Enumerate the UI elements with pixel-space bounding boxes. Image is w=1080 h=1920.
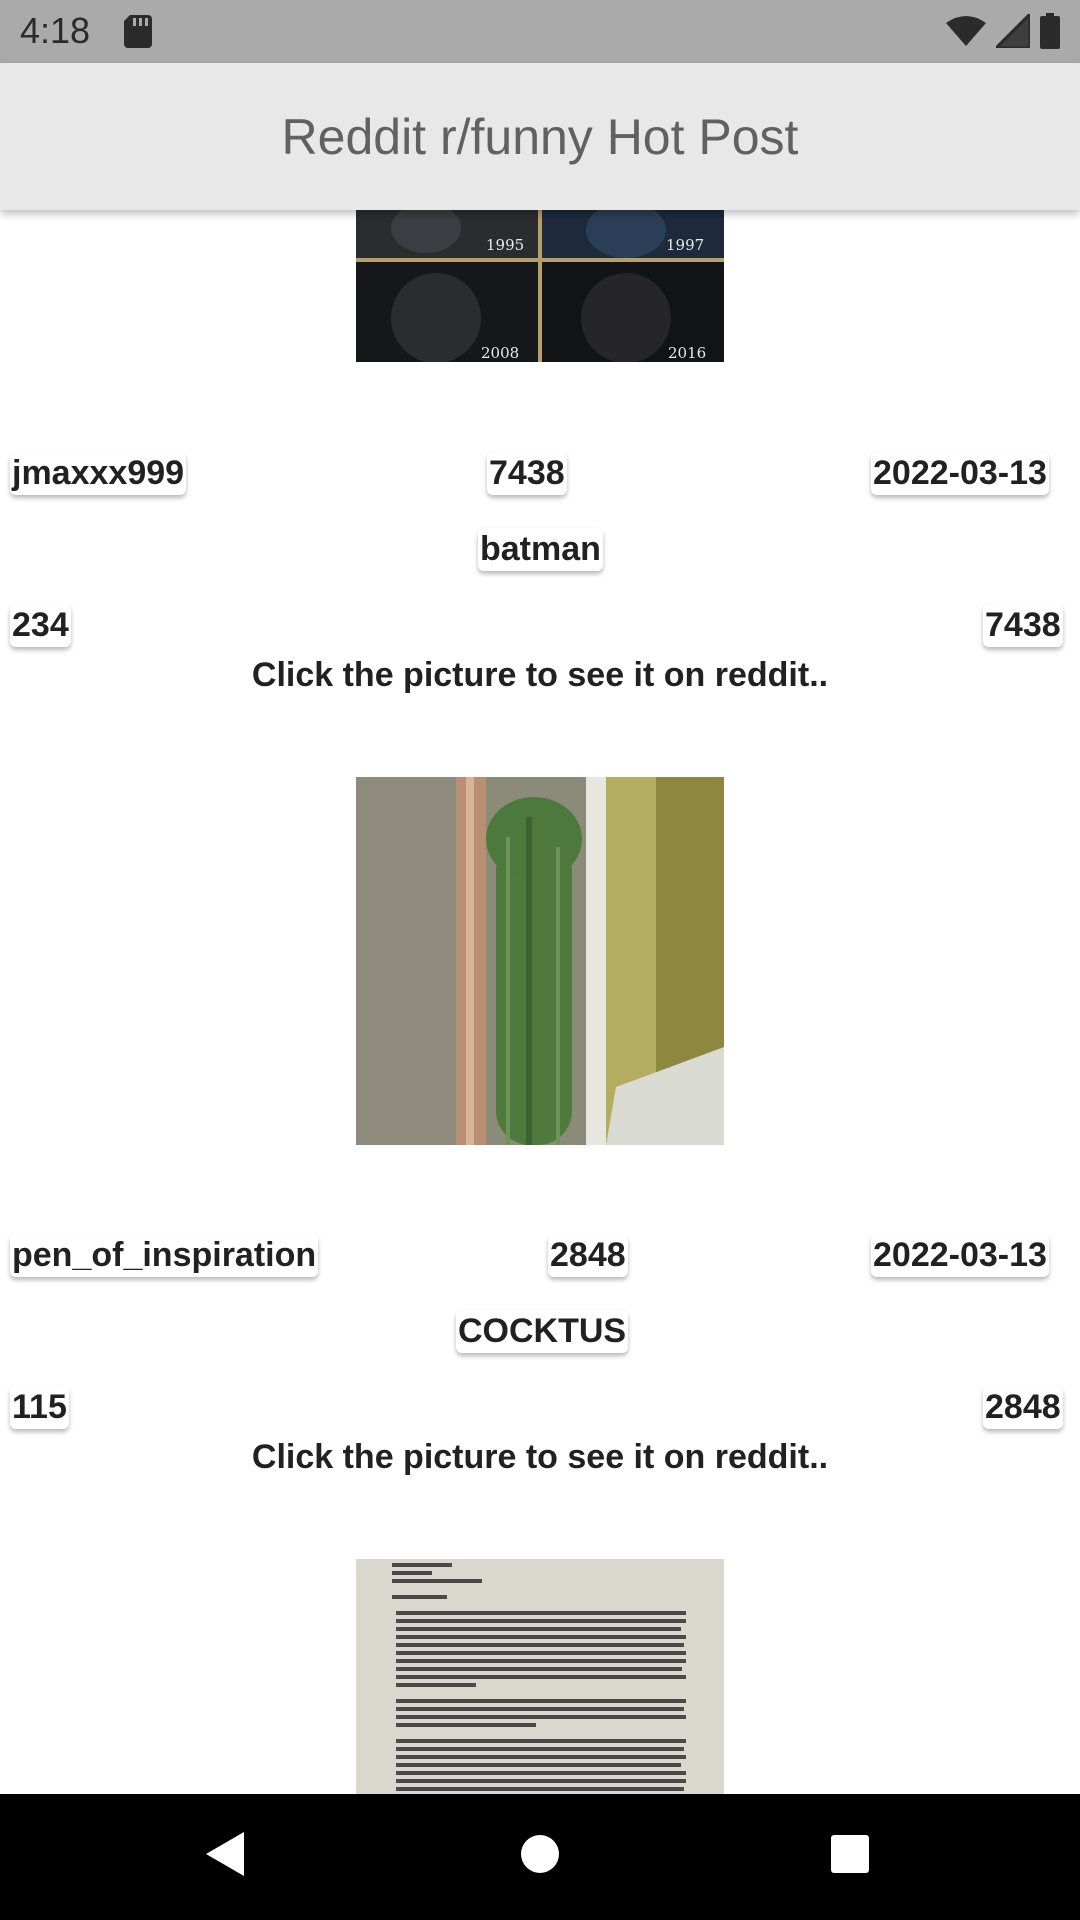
image-year-label: 2016: [668, 344, 706, 362]
post-date: 2022-03-13: [871, 452, 1049, 495]
post-caption: Click the picture to see it on reddit..: [251, 1438, 829, 1476]
post-upvotes: 7438: [983, 604, 1063, 647]
home-icon[interactable]: [520, 1830, 560, 1878]
post-image-letter[interactable]: [356, 1559, 724, 1794]
post-caption: Click the picture to see it on reddit..: [251, 656, 829, 694]
post-comments: 234: [10, 604, 71, 647]
post-image-cactus[interactable]: [356, 777, 724, 1145]
post-author: jmaxxx999: [10, 452, 187, 495]
image-year-label: 2008: [481, 344, 519, 362]
post-score: 2848: [548, 1234, 628, 1277]
post-title: batman: [478, 528, 603, 571]
page-title: Reddit r/funny Hot Post: [281, 108, 799, 165]
post-comments: 115: [10, 1386, 69, 1429]
image-year-label: 1995: [486, 236, 524, 254]
post-score: 7438: [487, 452, 567, 495]
app-bar: Reddit r/funny Hot Post: [0, 63, 1080, 210]
signal-icon: [996, 14, 1030, 48]
battery-icon: [1040, 13, 1060, 49]
post-date: 2022-03-13: [871, 1234, 1049, 1277]
wifi-icon: [946, 16, 986, 46]
status-time: 4:18: [20, 10, 91, 51]
image-year-label: 1997: [666, 236, 704, 254]
back-icon[interactable]: [204, 1830, 248, 1878]
sd-card-icon: [124, 15, 152, 48]
post-feed[interactable]: 1995 1997 2008 2016 jmaxxx999 7438 2022-…: [0, 210, 1080, 1794]
post-author: pen_of_inspiration: [10, 1234, 319, 1277]
post-title: COCKTUS: [456, 1310, 629, 1353]
status-bar: 4:18: [0, 0, 1080, 63]
recents-icon[interactable]: [830, 1830, 870, 1878]
navigation-bar: [0, 1794, 1080, 1920]
post-upvotes: 2848: [983, 1386, 1063, 1429]
post-image-batman[interactable]: 1995 1997 2008 2016: [356, 210, 724, 362]
